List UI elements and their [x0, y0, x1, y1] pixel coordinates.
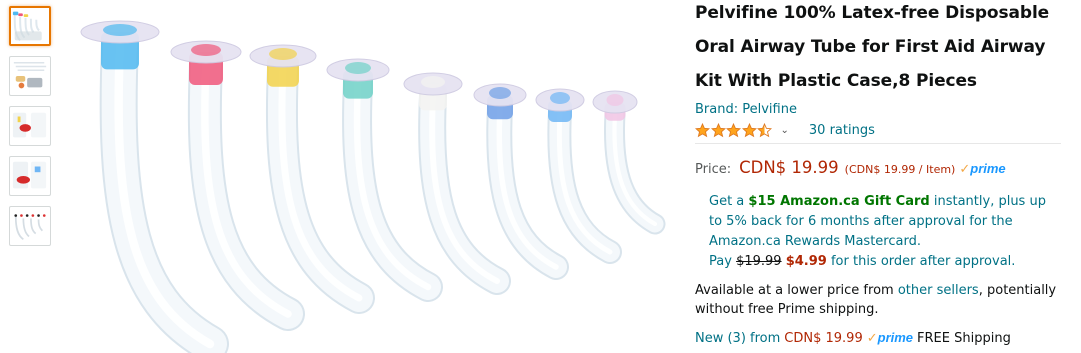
- brand-link[interactable]: Brand: Pelvifine: [695, 102, 797, 118]
- offer-get-a[interactable]: Get a: [709, 194, 744, 209]
- gift-card-offer: Get a $15 Amazon.ca Gift Card instantly,…: [709, 192, 1054, 272]
- offer-after-text[interactable]: for this order after approval.: [831, 254, 1015, 269]
- offer-new-price: $4.99: [785, 254, 827, 269]
- tube-opening: [191, 44, 221, 56]
- thumbnail-sizes-image: [14, 214, 46, 241]
- product-title: Pelvifine 100% Latex-free Disposable Ora…: [695, 3, 1050, 91]
- star-icon: [726, 122, 741, 137]
- star-icon: [710, 122, 726, 137]
- chevron-down-icon[interactable]: ⌄: [781, 125, 789, 136]
- offer-old-price: $19.99: [736, 254, 782, 269]
- tube-opening: [489, 87, 511, 99]
- price-row: Price: CDN$ 19.99 (CDN$ 19.99 / Item) ✓ p…: [695, 158, 1075, 177]
- airway-tube-8: [592, 90, 666, 235]
- availability-note: Available at a lower price from other se…: [695, 281, 1065, 319]
- prime-check-icon: ✓: [866, 331, 878, 346]
- price-label: Price:: [695, 162, 732, 177]
- gift-card-link[interactable]: $15 Amazon.ca Gift Card: [748, 194, 929, 209]
- tube-opening: [421, 76, 445, 88]
- star-icon: [757, 122, 772, 137]
- airway-tube-4: [326, 58, 443, 302]
- prime-badge: ✓ prime: [959, 161, 1005, 177]
- star-rating[interactable]: [695, 122, 773, 138]
- prime-check-icon: ✓: [959, 162, 971, 177]
- tube-opening: [269, 48, 297, 60]
- availability-text-before: Available at a lower price from: [695, 283, 894, 298]
- airway-tubes-illustration: [80, 20, 666, 353]
- thumbnail-5[interactable]: [9, 206, 51, 246]
- new-offers-row: New (3) from CDN$ 19.99 ✓ prime FREE Ship…: [695, 330, 1075, 346]
- thumbnail-4[interactable]: [9, 156, 51, 196]
- offer-pay[interactable]: Pay: [709, 254, 732, 269]
- thumbnail-case-image: [13, 61, 47, 89]
- price-amount: CDN$ 19.99: [739, 158, 839, 177]
- rating-row: ⌄ 30 ratings: [695, 121, 1075, 139]
- thumbnail-strip: [9, 6, 53, 256]
- star-icon: [695, 122, 710, 137]
- airway-tube-5: [403, 72, 511, 295]
- prime-badge-2: ✓ prime: [867, 330, 913, 346]
- ratings-count-link[interactable]: 30 ratings: [809, 123, 875, 138]
- star-icon: [741, 122, 757, 137]
- prime-label: prime: [877, 330, 914, 345]
- thumbnail-1[interactable]: [9, 6, 51, 46]
- product-details: Pelvifine 100% Latex-free Disposable Ora…: [695, 0, 1075, 346]
- divider: [695, 143, 1061, 144]
- tube-opening: [606, 94, 624, 106]
- thumbnail-3[interactable]: [9, 106, 51, 146]
- airway-tube-7: [535, 88, 622, 264]
- prime-label: prime: [970, 161, 1006, 176]
- free-shipping-label: FREE Shipping: [917, 331, 1011, 346]
- thumbnail-hand-image: [12, 112, 47, 138]
- thumbnail-airways-image: [12, 11, 42, 42]
- airway-tube-6: [473, 83, 569, 280]
- unit-price: (CDN$ 19.99 / Item): [844, 163, 956, 176]
- main-product-image[interactable]: [60, 0, 680, 353]
- thumbnail-detail-image: [12, 161, 47, 189]
- new-offers-price: CDN$ 19.99: [784, 331, 863, 346]
- other-sellers-link[interactable]: other sellers: [898, 283, 979, 298]
- tube-opening: [345, 62, 371, 74]
- new-offers-link[interactable]: New (3) from: [695, 331, 780, 346]
- tube-opening: [103, 24, 137, 36]
- thumbnail-2[interactable]: [9, 56, 51, 96]
- tube-opening: [550, 92, 570, 104]
- airway-tube-3: [249, 44, 375, 314]
